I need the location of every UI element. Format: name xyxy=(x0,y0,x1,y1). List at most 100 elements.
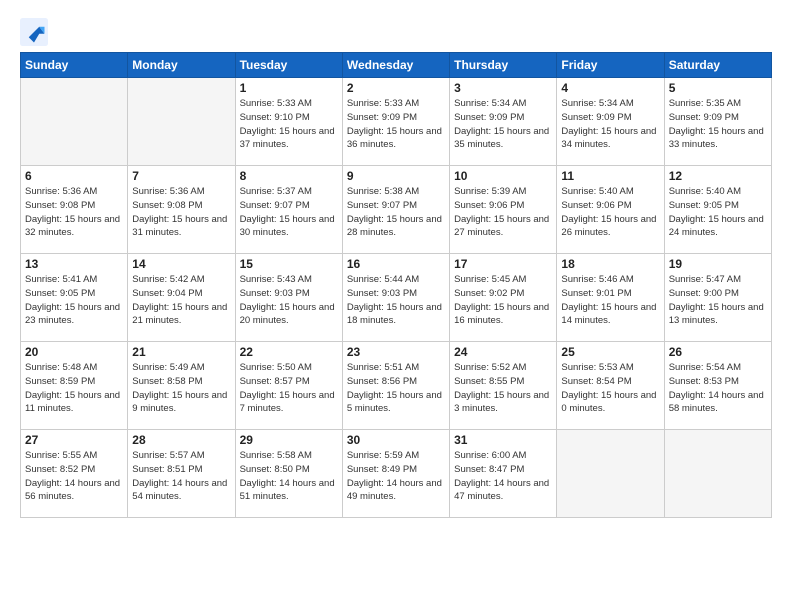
calendar-cell: 12 Sunrise: 5:40 AM Sunset: 9:05 PM Dayli… xyxy=(664,166,771,254)
calendar-cell: 3 Sunrise: 5:34 AM Sunset: 9:09 PM Daylig… xyxy=(450,78,557,166)
day-number: 1 xyxy=(240,81,338,95)
day-info: Sunrise: 5:43 AM Sunset: 9:03 PM Dayligh… xyxy=(240,273,338,328)
day-number: 12 xyxy=(669,169,767,183)
day-info: Sunrise: 6:00 AM Sunset: 8:47 PM Dayligh… xyxy=(454,449,552,504)
day-info: Sunrise: 5:41 AM Sunset: 9:05 PM Dayligh… xyxy=(25,273,123,328)
day-info: Sunrise: 5:48 AM Sunset: 8:59 PM Dayligh… xyxy=(25,361,123,416)
calendar-cell: 15 Sunrise: 5:43 AM Sunset: 9:03 PM Dayli… xyxy=(235,254,342,342)
weekday-header-tuesday: Tuesday xyxy=(235,53,342,78)
calendar-cell: 10 Sunrise: 5:39 AM Sunset: 9:06 PM Dayli… xyxy=(450,166,557,254)
day-info: Sunrise: 5:45 AM Sunset: 9:02 PM Dayligh… xyxy=(454,273,552,328)
calendar-cell xyxy=(557,430,664,518)
day-number: 13 xyxy=(25,257,123,271)
day-number: 22 xyxy=(240,345,338,359)
calendar-cell: 11 Sunrise: 5:40 AM Sunset: 9:06 PM Dayli… xyxy=(557,166,664,254)
weekday-header-wednesday: Wednesday xyxy=(342,53,449,78)
weekday-header-saturday: Saturday xyxy=(664,53,771,78)
day-info: Sunrise: 5:36 AM Sunset: 9:08 PM Dayligh… xyxy=(25,185,123,240)
day-info: Sunrise: 5:35 AM Sunset: 9:09 PM Dayligh… xyxy=(669,97,767,152)
calendar-cell: 14 Sunrise: 5:42 AM Sunset: 9:04 PM Dayli… xyxy=(128,254,235,342)
day-info: Sunrise: 5:40 AM Sunset: 9:05 PM Dayligh… xyxy=(669,185,767,240)
day-number: 9 xyxy=(347,169,445,183)
day-number: 27 xyxy=(25,433,123,447)
logo-icon xyxy=(20,18,48,46)
weekday-header-monday: Monday xyxy=(128,53,235,78)
day-info: Sunrise: 5:34 AM Sunset: 9:09 PM Dayligh… xyxy=(454,97,552,152)
day-number: 6 xyxy=(25,169,123,183)
calendar-cell: 17 Sunrise: 5:45 AM Sunset: 9:02 PM Dayli… xyxy=(450,254,557,342)
day-info: Sunrise: 5:55 AM Sunset: 8:52 PM Dayligh… xyxy=(25,449,123,504)
day-info: Sunrise: 5:46 AM Sunset: 9:01 PM Dayligh… xyxy=(561,273,659,328)
calendar-week-5: 27 Sunrise: 5:55 AM Sunset: 8:52 PM Dayli… xyxy=(21,430,772,518)
calendar-week-2: 6 Sunrise: 5:36 AM Sunset: 9:08 PM Daylig… xyxy=(21,166,772,254)
calendar-week-1: 1Sunrise: 5:33 AM Sunset: 9:10 PM Daylig… xyxy=(21,78,772,166)
day-info: Sunrise: 5:33 AM Sunset: 9:09 PM Dayligh… xyxy=(347,97,445,152)
logo xyxy=(20,18,52,46)
day-info: Sunrise: 5:40 AM Sunset: 9:06 PM Dayligh… xyxy=(561,185,659,240)
day-info: Sunrise: 5:47 AM Sunset: 9:00 PM Dayligh… xyxy=(669,273,767,328)
day-number: 16 xyxy=(347,257,445,271)
calendar-cell: 7 Sunrise: 5:36 AM Sunset: 9:08 PM Daylig… xyxy=(128,166,235,254)
day-number: 4 xyxy=(561,81,659,95)
calendar-cell: 25 Sunrise: 5:53 AM Sunset: 8:54 PM Dayli… xyxy=(557,342,664,430)
day-number: 31 xyxy=(454,433,552,447)
day-info: Sunrise: 5:39 AM Sunset: 9:06 PM Dayligh… xyxy=(454,185,552,240)
header xyxy=(20,18,772,46)
day-info: Sunrise: 5:37 AM Sunset: 9:07 PM Dayligh… xyxy=(240,185,338,240)
day-number: 28 xyxy=(132,433,230,447)
day-info: Sunrise: 5:54 AM Sunset: 8:53 PM Dayligh… xyxy=(669,361,767,416)
day-number: 10 xyxy=(454,169,552,183)
day-number: 8 xyxy=(240,169,338,183)
day-number: 26 xyxy=(669,345,767,359)
calendar-cell: 5Sunrise: 5:35 AM Sunset: 9:09 PM Daylig… xyxy=(664,78,771,166)
day-number: 21 xyxy=(132,345,230,359)
day-info: Sunrise: 5:38 AM Sunset: 9:07 PM Dayligh… xyxy=(347,185,445,240)
weekday-header-sunday: Sunday xyxy=(21,53,128,78)
day-number: 3 xyxy=(454,81,552,95)
day-info: Sunrise: 5:57 AM Sunset: 8:51 PM Dayligh… xyxy=(132,449,230,504)
calendar-week-3: 13 Sunrise: 5:41 AM Sunset: 9:05 PM Dayli… xyxy=(21,254,772,342)
day-number: 2 xyxy=(347,81,445,95)
calendar-cell: 26 Sunrise: 5:54 AM Sunset: 8:53 PM Dayli… xyxy=(664,342,771,430)
calendar: SundayMondayTuesdayWednesdayThursdayFrid… xyxy=(20,52,772,518)
day-info: Sunrise: 5:44 AM Sunset: 9:03 PM Dayligh… xyxy=(347,273,445,328)
day-info: Sunrise: 5:52 AM Sunset: 8:55 PM Dayligh… xyxy=(454,361,552,416)
day-number: 19 xyxy=(669,257,767,271)
day-number: 7 xyxy=(132,169,230,183)
day-number: 24 xyxy=(454,345,552,359)
calendar-cell: 13 Sunrise: 5:41 AM Sunset: 9:05 PM Dayli… xyxy=(21,254,128,342)
calendar-cell: 19 Sunrise: 5:47 AM Sunset: 9:00 PM Dayli… xyxy=(664,254,771,342)
day-info: Sunrise: 5:53 AM Sunset: 8:54 PM Dayligh… xyxy=(561,361,659,416)
calendar-cell: 18Sunrise: 5:46 AM Sunset: 9:01 PM Dayli… xyxy=(557,254,664,342)
calendar-cell: 8 Sunrise: 5:37 AM Sunset: 9:07 PM Daylig… xyxy=(235,166,342,254)
day-number: 17 xyxy=(454,257,552,271)
day-info: Sunrise: 5:42 AM Sunset: 9:04 PM Dayligh… xyxy=(132,273,230,328)
calendar-cell: 22 Sunrise: 5:50 AM Sunset: 8:57 PM Dayli… xyxy=(235,342,342,430)
calendar-cell: 1Sunrise: 5:33 AM Sunset: 9:10 PM Daylig… xyxy=(235,78,342,166)
day-number: 11 xyxy=(561,169,659,183)
calendar-cell: 21 Sunrise: 5:49 AM Sunset: 8:58 PM Dayli… xyxy=(128,342,235,430)
calendar-cell xyxy=(21,78,128,166)
calendar-cell: 28 Sunrise: 5:57 AM Sunset: 8:51 PM Dayli… xyxy=(128,430,235,518)
day-number: 14 xyxy=(132,257,230,271)
day-number: 25 xyxy=(561,345,659,359)
page: SundayMondayTuesdayWednesdayThursdayFrid… xyxy=(0,0,792,612)
weekday-header-row: SundayMondayTuesdayWednesdayThursdayFrid… xyxy=(21,53,772,78)
day-info: Sunrise: 5:59 AM Sunset: 8:49 PM Dayligh… xyxy=(347,449,445,504)
day-number: 15 xyxy=(240,257,338,271)
calendar-cell xyxy=(664,430,771,518)
calendar-week-4: 20Sunrise: 5:48 AM Sunset: 8:59 PM Dayli… xyxy=(21,342,772,430)
weekday-header-friday: Friday xyxy=(557,53,664,78)
calendar-cell: 31 Sunrise: 6:00 AM Sunset: 8:47 PM Dayli… xyxy=(450,430,557,518)
calendar-cell: 2 Sunrise: 5:33 AM Sunset: 9:09 PM Daylig… xyxy=(342,78,449,166)
weekday-header-thursday: Thursday xyxy=(450,53,557,78)
calendar-cell: 27 Sunrise: 5:55 AM Sunset: 8:52 PM Dayli… xyxy=(21,430,128,518)
day-info: Sunrise: 5:50 AM Sunset: 8:57 PM Dayligh… xyxy=(240,361,338,416)
day-info: Sunrise: 5:51 AM Sunset: 8:56 PM Dayligh… xyxy=(347,361,445,416)
day-info: Sunrise: 5:36 AM Sunset: 9:08 PM Dayligh… xyxy=(132,185,230,240)
calendar-cell xyxy=(128,78,235,166)
calendar-cell: 4 Sunrise: 5:34 AM Sunset: 9:09 PM Daylig… xyxy=(557,78,664,166)
day-info: Sunrise: 5:34 AM Sunset: 9:09 PM Dayligh… xyxy=(561,97,659,152)
calendar-cell: 29Sunrise: 5:58 AM Sunset: 8:50 PM Dayli… xyxy=(235,430,342,518)
day-info: Sunrise: 5:49 AM Sunset: 8:58 PM Dayligh… xyxy=(132,361,230,416)
